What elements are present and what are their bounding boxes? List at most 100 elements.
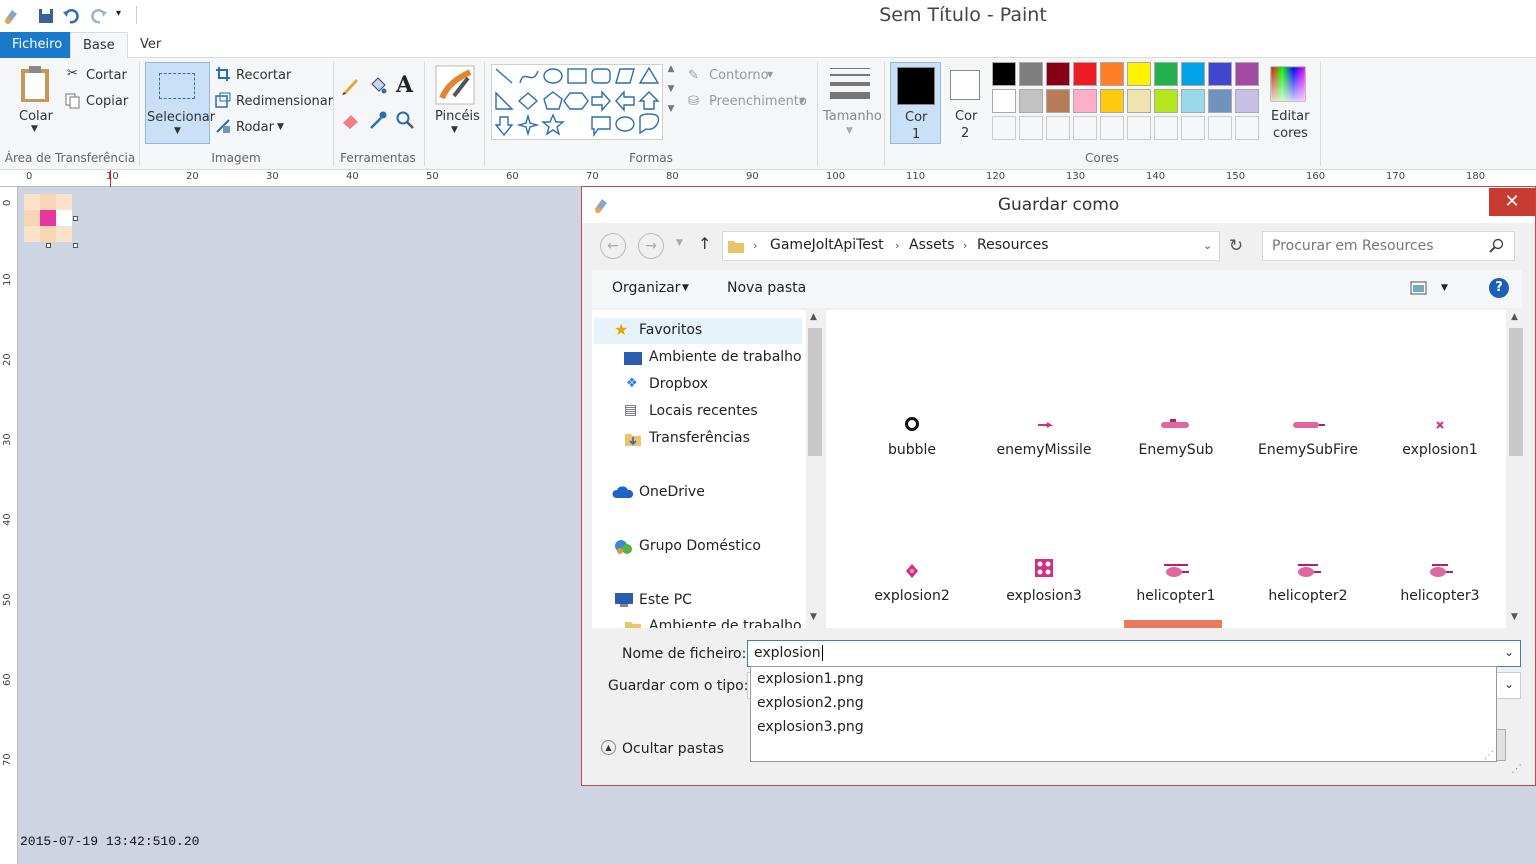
scroll-thumb[interactable] bbox=[808, 328, 822, 456]
color-swatch[interactable] bbox=[1046, 116, 1070, 140]
autocomplete-item[interactable]: explosion2.png bbox=[757, 695, 864, 711]
tab-view[interactable]: Ver bbox=[128, 32, 173, 58]
text-tool-icon[interactable]: A bbox=[396, 72, 413, 98]
breadcrumb-resources[interactable]: Resources bbox=[977, 237, 1049, 253]
color-swatch[interactable] bbox=[1073, 62, 1097, 86]
color-swatch[interactable] bbox=[1019, 62, 1043, 86]
scroll-up-icon[interactable]: ▲ bbox=[1511, 312, 1518, 322]
paste-button[interactable]: Colar bbox=[19, 109, 53, 124]
file-item[interactable]: EnemySub bbox=[1116, 414, 1236, 458]
edit-colors-icon[interactable] bbox=[1270, 66, 1306, 102]
rotate-dropdown-icon[interactable]: ▼ bbox=[277, 122, 284, 132]
color-swatch[interactable] bbox=[1019, 89, 1043, 113]
file-item[interactable]: helicopter2 bbox=[1248, 560, 1368, 604]
color-swatch[interactable] bbox=[1208, 116, 1232, 140]
breadcrumb-gamejoltapitest[interactable]: GameJoltApiTest bbox=[770, 237, 884, 253]
address-dropdown-icon[interactable]: ⌄ bbox=[1203, 239, 1212, 252]
nav-favorites[interactable]: Favoritos bbox=[639, 322, 702, 338]
filename-dropdown-icon[interactable]: ⌄ bbox=[1504, 645, 1514, 659]
shapes-gallery[interactable] bbox=[491, 64, 663, 140]
crop-button[interactable]: Recortar bbox=[236, 68, 291, 83]
hide-folders-button[interactable]: Ocultar pastas bbox=[622, 741, 724, 757]
scroll-up-icon[interactable]: ▲ bbox=[810, 312, 817, 322]
magnifier-icon[interactable] bbox=[395, 110, 415, 130]
shapes-scroll[interactable]: ▲ ▼ ▼ bbox=[664, 64, 678, 140]
color-swatch[interactable] bbox=[1181, 116, 1205, 140]
help-icon[interactable]: ? bbox=[1489, 278, 1509, 298]
color-swatch[interactable] bbox=[1235, 89, 1259, 113]
organize-dropdown-icon[interactable]: ▼ bbox=[682, 283, 689, 293]
up-button[interactable]: ↑ bbox=[698, 234, 711, 253]
drawing-canvas[interactable] bbox=[24, 194, 72, 242]
brushes-dropdown-icon[interactable]: ▼ bbox=[451, 125, 458, 135]
brushes-button[interactable]: Pincéis bbox=[435, 109, 480, 124]
nav-this-pc[interactable]: Este PC bbox=[639, 592, 692, 608]
color2-label[interactable]: Cor bbox=[955, 109, 977, 124]
organize-button[interactable]: Organizar bbox=[612, 280, 680, 296]
nav-homegroup[interactable]: Grupo Doméstico bbox=[639, 538, 761, 554]
color-swatch[interactable] bbox=[1181, 89, 1205, 113]
scroll-down-icon[interactable]: ▼ bbox=[1511, 612, 1518, 622]
color-swatch[interactable] bbox=[1235, 62, 1259, 86]
file-item[interactable]: helicopter1 bbox=[1116, 560, 1236, 604]
copy-button[interactable]: Copiar bbox=[86, 94, 128, 109]
color-swatch[interactable] bbox=[992, 89, 1016, 113]
recent-locations-icon[interactable]: ▼ bbox=[676, 238, 683, 248]
scroll-thumb[interactable] bbox=[1509, 328, 1523, 456]
resize-handle[interactable] bbox=[73, 243, 78, 248]
color-swatch[interactable] bbox=[1154, 62, 1178, 86]
fill-button[interactable]: Preenchimento bbox=[709, 94, 807, 109]
view-options-icon[interactable] bbox=[1410, 280, 1428, 296]
color-swatch[interactable] bbox=[1019, 116, 1043, 140]
scroll-down-icon[interactable]: ▼ bbox=[810, 612, 817, 622]
new-folder-button[interactable]: Nova pasta bbox=[727, 280, 806, 296]
color-swatch[interactable] bbox=[1073, 89, 1097, 113]
rotate-button[interactable]: Rodar bbox=[236, 120, 274, 135]
nav-dropbox[interactable]: Dropbox bbox=[649, 376, 708, 392]
paste-icon[interactable] bbox=[18, 64, 52, 104]
color1-button[interactable]: Cor 1 bbox=[890, 62, 941, 144]
view-dropdown-icon[interactable]: ▼ bbox=[1441, 283, 1448, 293]
color-swatch[interactable] bbox=[1100, 116, 1124, 140]
back-button[interactable]: ← bbox=[600, 233, 626, 259]
fill-bucket-icon[interactable] bbox=[368, 75, 388, 95]
edit-colors-button[interactable]: Editar bbox=[1271, 109, 1310, 124]
color-swatch[interactable] bbox=[1127, 89, 1151, 113]
autocomplete-item[interactable]: explosion3.png bbox=[757, 719, 864, 735]
pencil-icon[interactable] bbox=[341, 75, 361, 95]
tab-home[interactable]: Base bbox=[70, 32, 128, 58]
nav-desktop-2[interactable]: Ambiente de trabalho bbox=[649, 618, 802, 628]
resize-handle[interactable] bbox=[73, 216, 78, 221]
file-item[interactable]: EnemySubFire bbox=[1248, 414, 1368, 458]
color-swatch[interactable] bbox=[1073, 116, 1097, 140]
collapse-icon[interactable]: ▲ bbox=[601, 740, 616, 755]
breadcrumb-assets[interactable]: Assets bbox=[909, 237, 955, 253]
size-dropdown-icon[interactable]: ▼ bbox=[846, 126, 853, 136]
brushes-icon[interactable] bbox=[434, 64, 476, 106]
color-swatch[interactable] bbox=[992, 116, 1016, 140]
resize-grip-icon[interactable]: ⋰ bbox=[1484, 750, 1494, 761]
nav-recent-places[interactable]: Locais recentes bbox=[649, 403, 758, 419]
size-icon[interactable] bbox=[830, 68, 870, 100]
color-swatch[interactable] bbox=[1100, 89, 1124, 113]
tab-file[interactable]: Ficheiro bbox=[0, 32, 70, 58]
search-input[interactable]: Procurar em Resources bbox=[1262, 231, 1515, 261]
close-button[interactable]: ✕ bbox=[1489, 188, 1535, 216]
color-swatch[interactable] bbox=[1127, 62, 1151, 86]
cut-button[interactable]: Cortar bbox=[86, 68, 127, 83]
color-swatch[interactable] bbox=[992, 62, 1016, 86]
color-swatch[interactable] bbox=[1046, 89, 1070, 113]
file-item[interactable]: explosion3 bbox=[984, 556, 1104, 604]
file-item[interactable]: helicopter3 bbox=[1380, 560, 1500, 604]
file-item[interactable]: enemyMissile bbox=[984, 414, 1104, 458]
files-scrollbar[interactable]: ▲ ▼ bbox=[1507, 310, 1525, 628]
filetype-dropdown-icon[interactable]: ⌄ bbox=[1504, 677, 1514, 691]
size-button[interactable]: Tamanho bbox=[823, 109, 882, 124]
nav-scrollbar[interactable]: ▲ ▼ bbox=[806, 310, 824, 628]
color-swatch[interactable] bbox=[1046, 62, 1070, 86]
color-swatch[interactable] bbox=[1154, 116, 1178, 140]
color2-swatch[interactable] bbox=[950, 70, 980, 100]
filename-input[interactable]: explosion​ bbox=[747, 640, 1521, 667]
refresh-button[interactable]: ↻ bbox=[1221, 231, 1251, 261]
nav-onedrive[interactable]: OneDrive bbox=[639, 484, 705, 500]
